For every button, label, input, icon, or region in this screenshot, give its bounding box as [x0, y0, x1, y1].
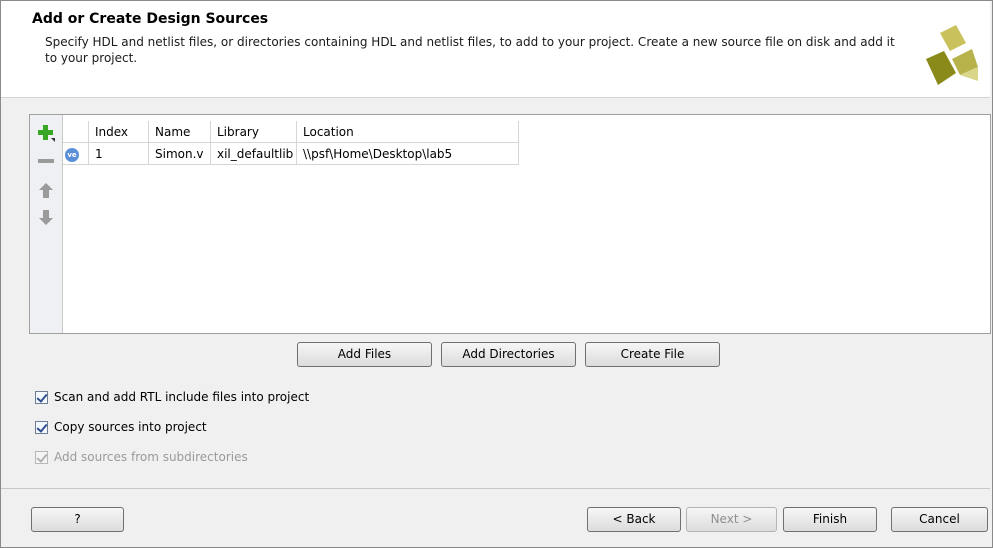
cell-library[interactable]: xil_defaultlib: [211, 143, 297, 165]
add-files-button[interactable]: Add Files: [297, 342, 432, 367]
sources-panel: Index Name Library Location ve 1 Simon.v…: [29, 114, 991, 334]
footer-divider: [1, 488, 990, 489]
side-toolbar: [30, 115, 63, 333]
column-header-index[interactable]: Index: [89, 121, 149, 143]
column-header-name[interactable]: Name: [149, 121, 211, 143]
checkbox-box[interactable]: [35, 420, 48, 434]
add-icon[interactable]: [36, 123, 56, 143]
next-button: Next >: [686, 507, 777, 532]
column-header-type[interactable]: [63, 121, 89, 143]
sources-table: Index Name Library Location ve 1 Simon.v…: [63, 121, 519, 165]
table-header: Index Name Library Location: [63, 121, 519, 143]
create-file-button[interactable]: Create File: [585, 342, 720, 367]
wizard-header: Add or Create Design Sources Specify HDL…: [1, 1, 990, 98]
add-directories-button[interactable]: Add Directories: [441, 342, 576, 367]
move-down-icon[interactable]: [36, 207, 56, 227]
xilinx-logo-icon: [926, 25, 978, 85]
page-title: Add or Create Design Sources: [32, 11, 269, 27]
copy-sources-checkbox[interactable]: Copy sources into project: [35, 418, 207, 436]
scan-rtl-label: Scan and add RTL include files into proj…: [54, 390, 310, 404]
table-row[interactable]: ve 1 Simon.v xil_defaultlib \\psf\Home\D…: [63, 143, 519, 165]
cell-location: \\psf\Home\Desktop\lab5: [297, 143, 519, 165]
finish-button[interactable]: Finish: [783, 507, 877, 532]
move-up-icon[interactable]: [36, 181, 56, 201]
scan-rtl-checkbox[interactable]: Scan and add RTL include files into proj…: [35, 388, 309, 406]
page-description: Specify HDL and netlist files, or direct…: [45, 35, 895, 65]
cell-index: 1: [89, 143, 149, 165]
cancel-button[interactable]: Cancel: [891, 507, 988, 532]
column-header-location[interactable]: Location: [297, 121, 519, 143]
remove-icon[interactable]: [36, 151, 56, 171]
add-subdirs-checkbox: Add sources from subdirectories: [35, 448, 248, 466]
file-type-badge: ve: [65, 147, 79, 162]
cell-name: Simon.v: [149, 143, 211, 165]
column-header-library[interactable]: Library: [211, 121, 297, 143]
verilog-file-icon: ve: [63, 143, 89, 165]
help-button[interactable]: ?: [31, 507, 124, 532]
back-button[interactable]: < Back: [587, 507, 681, 532]
add-subdirs-label: Add sources from subdirectories: [54, 450, 248, 464]
copy-sources-label: Copy sources into project: [54, 420, 207, 434]
checkbox-box: [35, 450, 48, 464]
checkbox-box[interactable]: [35, 390, 48, 404]
